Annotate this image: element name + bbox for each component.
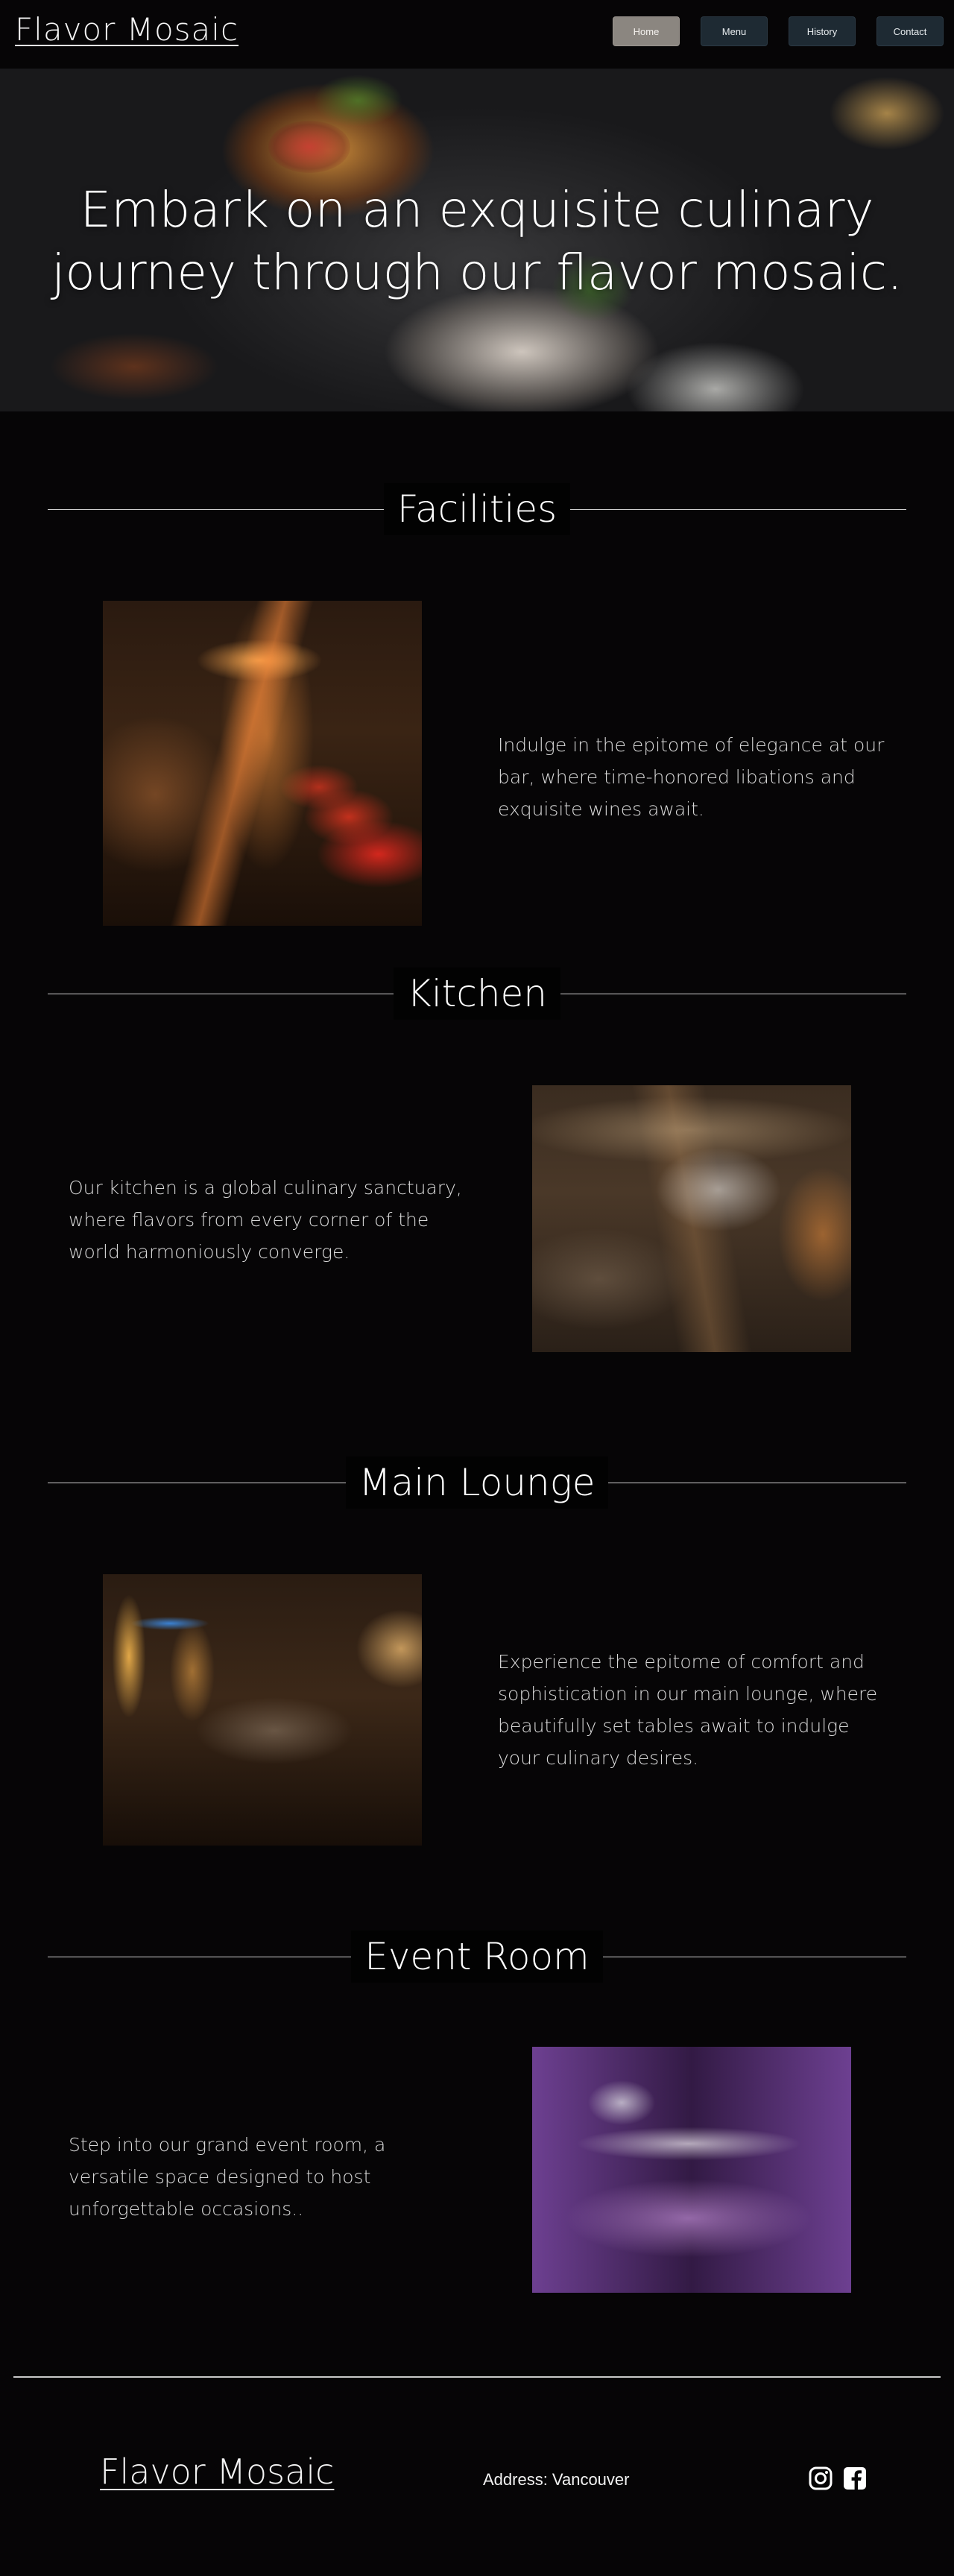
section-title: Event Room	[351, 1931, 603, 1983]
nav-menu-button[interactable]: Menu	[701, 16, 768, 46]
bar-photo	[103, 601, 422, 926]
nav-history-button[interactable]: History	[789, 16, 856, 46]
event-room-photo	[532, 2047, 851, 2293]
facebook-icon[interactable]	[842, 2466, 868, 2491]
main-nav: Home Menu History Contact	[613, 16, 944, 46]
brand-logo[interactable]: Flavor Mosaic	[15, 10, 238, 49]
footer-divider	[13, 2376, 941, 2378]
footer-brand-logo[interactable]: Flavor Mosaic	[100, 2451, 334, 2493]
kitchen-description: Our kitchen is a global culinary sanctua…	[69, 1177, 462, 1263]
nav-contact-button[interactable]: Contact	[876, 16, 944, 46]
kitchen-photo	[532, 1085, 851, 1352]
section-heading-facilities: Facilities	[48, 483, 907, 535]
event-description: Step into our grand event room, a versat…	[69, 2134, 386, 2220]
footer-address: Address: Vancouver	[483, 2470, 630, 2489]
nav-home-button[interactable]: Home	[613, 16, 680, 46]
section-title: Main Lounge	[345, 1456, 609, 1509]
page: Flavor Mosaic Home Menu History Contact …	[0, 0, 954, 2576]
divider	[48, 508, 384, 510]
section-heading-main-lounge: Main Lounge	[48, 1456, 906, 1509]
section-heading-kitchen: Kitchen	[48, 967, 907, 1020]
divider	[570, 508, 907, 510]
section-title: Facilities	[383, 483, 571, 535]
hero-title: Embark on an exquisite culinary journey …	[51, 181, 903, 301]
hero-food-image	[268, 121, 350, 173]
instagram-icon[interactable]	[808, 2466, 833, 2491]
lounge-description: Experience the epitome of comfort and so…	[498, 1651, 878, 1769]
hero-garnish-image	[313, 75, 402, 127]
facilities-description: Indulge in the epitome of elegance at ou…	[498, 734, 885, 820]
lounge-photo	[103, 1574, 422, 1846]
hero-banner: Embark on an exquisite culinary journey …	[0, 69, 954, 411]
section-heading-event-room: Event Room	[48, 1931, 907, 1983]
section-title: Kitchen	[394, 967, 560, 1020]
